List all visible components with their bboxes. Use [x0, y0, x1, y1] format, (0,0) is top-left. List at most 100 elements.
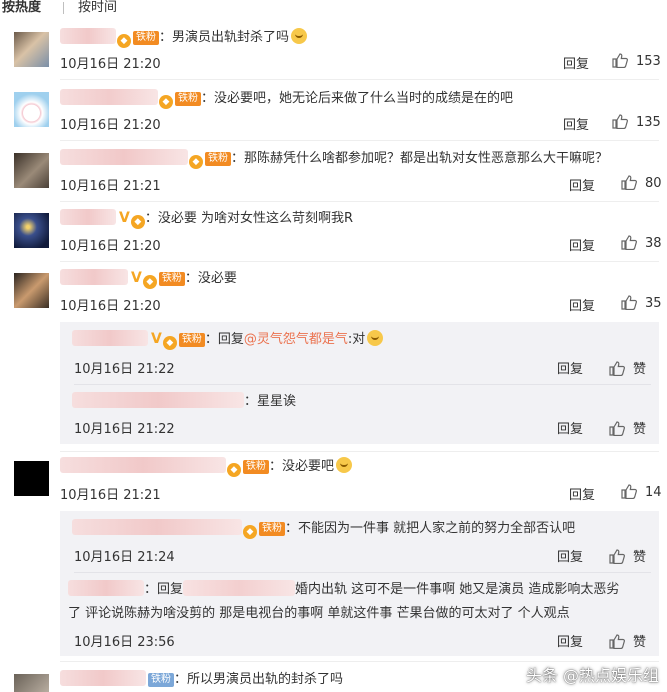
avatar[interactable] [14, 674, 49, 692]
reply-button[interactable]: 回复 [569, 235, 595, 254]
sort-by-heat-tab[interactable]: 按热度 [2, 0, 41, 16]
divider [60, 201, 659, 202]
thumbs-up-icon [621, 295, 637, 310]
emoji-icon [367, 330, 384, 346]
thumbs-up-icon [612, 114, 628, 129]
comment-body: V ◆ 铁粉 ：没必要 [60, 269, 237, 289]
reply-button[interactable]: 回复 [569, 295, 595, 314]
sub-reply-text-line2: 了 评论说陈赫为啥没剪的 那是电视台的事啊 单就这件事 芒果台做的可太对了 个人… [68, 606, 570, 621]
comment-item: V ◆ 铁粉 ：没必要 10月16日 21:20 回复 35 [0, 268, 667, 318]
like-button[interactable]: 38 [621, 235, 662, 251]
avatar[interactable] [14, 461, 49, 496]
comment-time: 10月16日 21:20 [60, 118, 161, 133]
reply-suffix: :对 [347, 332, 366, 347]
sub-reply-time: 10月16日 21:22 [74, 422, 175, 437]
like-label: 赞 [633, 550, 647, 565]
avatar[interactable] [14, 213, 49, 248]
thumbs-up-icon [621, 175, 637, 190]
vip-icon: ◆ [130, 215, 145, 229]
username-blurred[interactable] [60, 89, 158, 105]
username-blurred[interactable] [60, 269, 128, 285]
fan-badge: 铁粉 [178, 333, 205, 347]
divider [60, 140, 659, 141]
comment-time: 10月16日 21:20 [60, 57, 161, 72]
reply-button[interactable]: 回复 [557, 546, 583, 565]
username-blurred[interactable] [60, 28, 116, 44]
like-button[interactable]: 35 [621, 295, 662, 311]
reply-button[interactable]: 回复 [563, 53, 589, 72]
fan-badge: 铁粉 [133, 31, 159, 45]
vip-icon: ◆ [117, 34, 131, 48]
like-label: 赞 [633, 635, 647, 650]
sub-reply-box: V ◆ 铁粉 ：回复@灵气怨气都是气:对 10月16日 21:22 回复 赞 ：星星诶… [60, 322, 659, 444]
username-blurred[interactable] [72, 330, 148, 346]
sub-reply-text: ：星星诶 [244, 394, 297, 409]
like-count: 14 [645, 485, 662, 500]
comment-item: ◆ 铁粉 ：没必要吧，她无论后来做了什么当时的成绩是在的吧 10月16日 21:20… [0, 87, 667, 137]
username-blurred[interactable] [68, 580, 144, 596]
comment-body: ◆ 铁粉 ：没必要吧 [60, 457, 353, 477]
fan-badge: 铁粉 [175, 92, 201, 106]
vip-icon: ◆ [227, 463, 241, 477]
fan-badge: 铁粉 [148, 673, 174, 687]
watermark: 头条 @热点娱乐组 [525, 666, 659, 685]
avatar[interactable] [14, 153, 49, 188]
comment-item: V ◆ ：没必要 为啥对女性这么苛刻啊我R 10月16日 21:20 回复 38 [0, 208, 667, 258]
divider [60, 451, 659, 452]
vip-icon: ◆ [162, 336, 177, 350]
reply-button[interactable]: 回复 [557, 358, 583, 377]
reply-button[interactable]: 回复 [569, 175, 595, 194]
sub-reply-body: V ◆ 铁粉 ：回复@灵气怨气都是气:对 [72, 330, 384, 350]
vip-icon: ◆ [159, 95, 173, 109]
comment-item: ◆ 铁粉 ：那陈赫凭什么啥都参加呢？都是出轨对女性恶意那么大干嘛呢？ 10月16日 … [0, 148, 667, 198]
like-button[interactable]: 赞 [609, 358, 646, 377]
verified-v-icon: V [131, 270, 142, 286]
reply-button[interactable]: 回复 [569, 484, 595, 503]
comment-text: ：没必要 为啥对女性这么苛刻啊我R [144, 211, 354, 226]
username-blurred[interactable] [60, 670, 146, 686]
like-button[interactable]: 153 [612, 53, 661, 69]
avatar[interactable] [14, 92, 49, 127]
emoji-icon [336, 457, 353, 473]
like-button[interactable]: 赞 [609, 546, 646, 565]
comment-body: 铁粉 ：所以男演员出轨的封杀了吗 [60, 670, 343, 689]
vip-icon: ◆ [142, 275, 157, 289]
thumbs-up-icon [612, 53, 628, 68]
fan-badge: 铁粉 [259, 522, 285, 536]
username-blurred[interactable] [60, 149, 188, 165]
fan-badge: 铁粉 [243, 460, 269, 474]
sort-by-time-tab[interactable]: 按时间 [78, 0, 117, 16]
thumbs-up-icon [609, 421, 625, 436]
avatar[interactable] [14, 32, 49, 67]
verified-v-icon: V [151, 331, 162, 347]
thumbs-up-icon [621, 484, 637, 499]
sub-reply-time: 10月16日 23:56 [74, 635, 175, 650]
verified-v-icon: V [119, 210, 130, 226]
like-count: 153 [636, 54, 661, 69]
like-button[interactable]: 赞 [609, 631, 646, 650]
mention-blurred[interactable] [183, 580, 296, 596]
sort-bar: 按热度 按时间 [0, 0, 667, 16]
reply-prefix: ：回复 [144, 582, 184, 597]
like-count: 135 [636, 115, 661, 130]
emoji-icon [291, 28, 308, 44]
comment-time: 10月16日 21:21 [60, 179, 161, 194]
username-blurred[interactable] [72, 519, 242, 535]
comment-item: ◆ 铁粉 ：男演员出轨封杀了吗 10月16日 21:20 回复 153 [0, 26, 667, 76]
username-blurred[interactable] [60, 209, 116, 225]
reply-button[interactable]: 回复 [563, 114, 589, 133]
reply-button[interactable]: 回复 [557, 631, 583, 650]
like-button[interactable]: 赞 [609, 418, 646, 437]
sub-reply-text-line1: 婚内出轨 这可不是一件事啊 她又是演员 造成影响太恶劣 [295, 582, 620, 597]
comment-text: ：没必要吧 [269, 459, 335, 474]
mention-link[interactable]: @灵气怨气都是气 [244, 332, 348, 347]
username-blurred[interactable] [72, 392, 244, 408]
username-blurred[interactable] [60, 457, 226, 473]
avatar[interactable] [14, 273, 49, 308]
like-button[interactable]: 14 [621, 484, 662, 500]
reply-button[interactable]: 回复 [557, 418, 583, 437]
like-button[interactable]: 135 [612, 114, 661, 130]
sub-reply-time: 10月16日 21:22 [74, 362, 175, 377]
divider [60, 79, 659, 80]
like-button[interactable]: 80 [621, 175, 662, 191]
